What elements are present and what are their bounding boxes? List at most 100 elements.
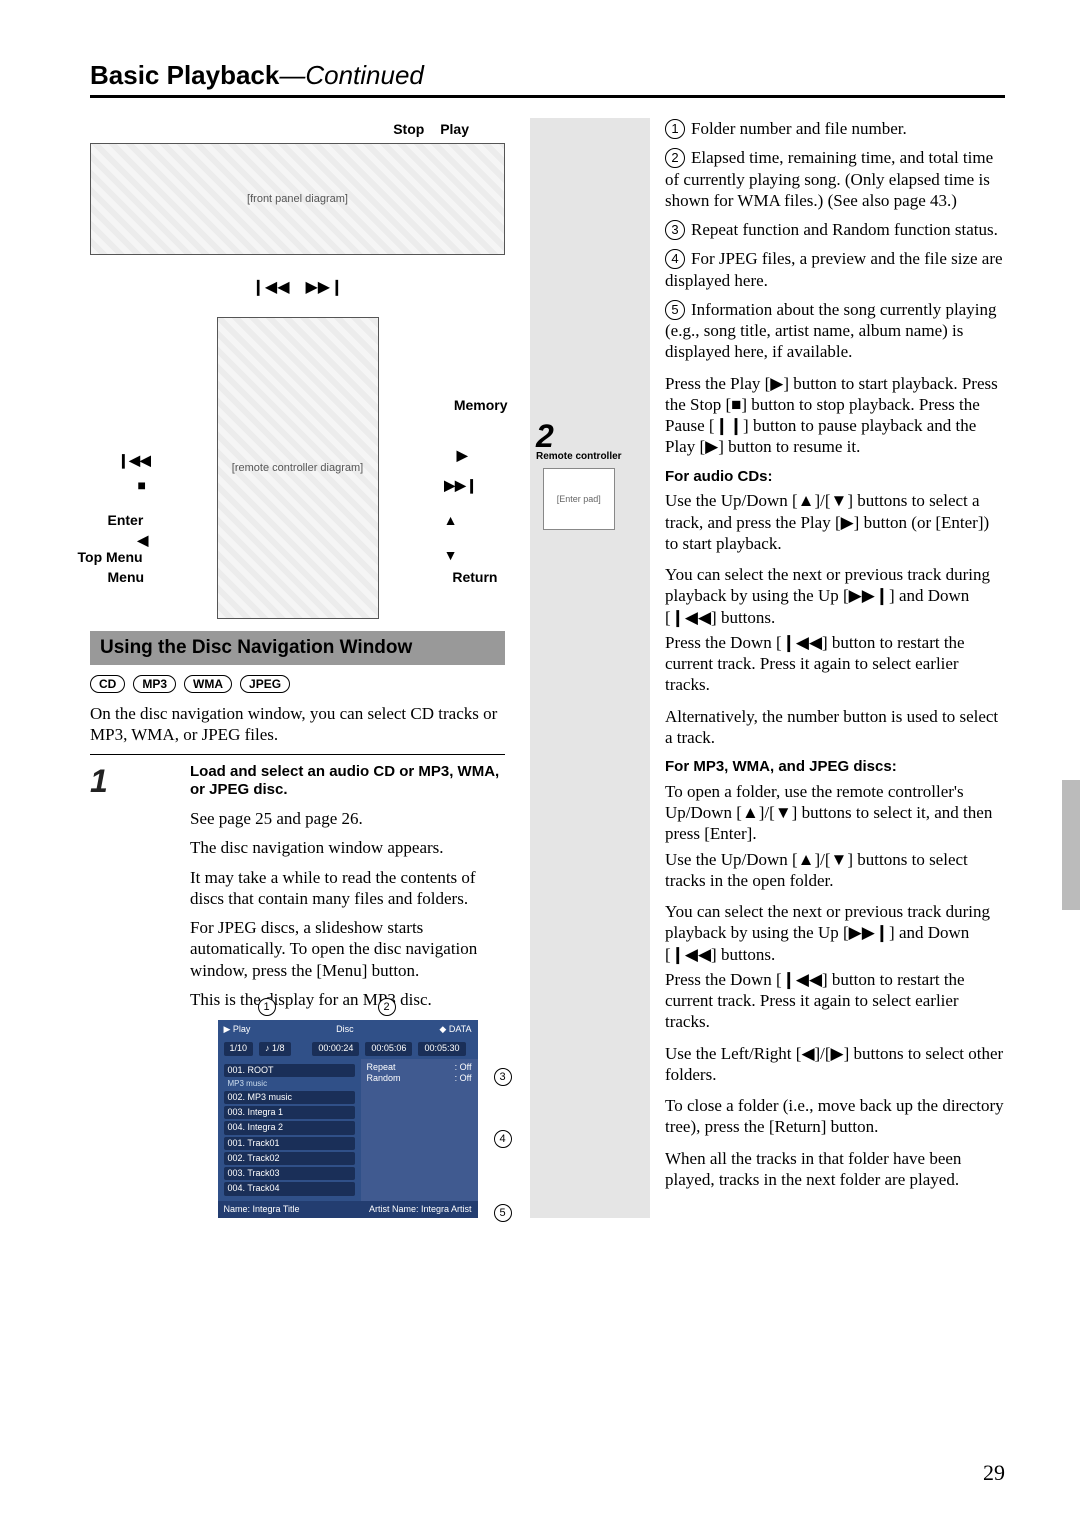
next-track-icon: ▶▶❙	[306, 279, 344, 296]
step-1-p4: For JPEG discs, a slideshow starts autom…	[190, 917, 505, 981]
ns-folder-label: MP3 music	[228, 1079, 355, 1089]
step-gutter: 2 Remote controller [Enter pad]	[530, 118, 650, 1218]
mp3-p7: When all the tracks in that folder have …	[665, 1148, 1005, 1191]
page-title: Basic Playback—Continued	[90, 60, 1005, 98]
left-column: Stop Play [front panel diagram] ❙◀◀ ▶▶❙ …	[90, 118, 530, 1218]
audio-p3: Press the Down [❙◀◀] button to restart t…	[665, 632, 1005, 696]
step-1-number-col: 1	[90, 763, 190, 1218]
ns-item-4: 002. Track02	[224, 1152, 355, 1165]
mp3-p1: To open a folder, use the remote control…	[665, 781, 1005, 845]
page-number: 29	[983, 1460, 1005, 1486]
audio-p4: Alternatively, the number button is used…	[665, 706, 1005, 749]
manual-page: Basic Playback—Continued Stop Play [fron…	[0, 0, 1080, 1526]
badge-wma: WMA	[184, 675, 232, 693]
ns-repeat-v: : Off	[455, 1062, 472, 1073]
num-5: 5	[665, 300, 685, 320]
up-icon: ▲	[444, 512, 458, 528]
ns-time1: 00:00:24	[312, 1042, 359, 1055]
next-icon: ▶▶❙	[444, 477, 477, 494]
ns-item-6: 004. Track04	[224, 1182, 355, 1195]
callout-marker-2: 2	[378, 998, 396, 1016]
content-columns: Stop Play [front panel diagram] ❙◀◀ ▶▶❙ …	[90, 118, 1005, 1218]
ns-time2: 00:05:06	[365, 1042, 412, 1055]
step-1-body: Load and select an audio CD or MP3, WMA,…	[190, 763, 505, 1218]
ns-disc: Disc	[336, 1024, 354, 1035]
play-label: Play	[440, 121, 469, 137]
side-tab	[1062, 780, 1080, 910]
ns-item-0: 002. MP3 music	[224, 1091, 355, 1104]
mp3-p3: You can select the next or previous trac…	[665, 901, 1005, 965]
stop-play-labels: Stop Play	[387, 121, 475, 137]
callout-marker-1: 1	[258, 998, 276, 1016]
step-1-p1: See page 25 and page 26.	[190, 808, 505, 829]
ns-random-l: Random	[367, 1073, 401, 1084]
ns-item-1: 003. Integra 1	[224, 1106, 355, 1119]
callout-marker-5: 5	[494, 1204, 512, 1222]
ns-item-5: 003. Track03	[224, 1167, 355, 1180]
step-1-number: 1	[90, 763, 108, 799]
callout-list: 1 Folder number and file number. 2Elapsed…	[665, 118, 1005, 363]
ns-time3: 00:05:30	[418, 1042, 465, 1055]
remote-diagram: [remote controller diagram]	[217, 317, 379, 619]
callout-1: Folder number and file number.	[691, 119, 907, 138]
stop-label: Stop	[393, 121, 424, 137]
skip-icons-row: ❙◀◀ ▶▶❙	[90, 277, 505, 297]
format-badges: CD MP3 WMA JPEG	[90, 675, 505, 693]
right-text-column: 1 Folder number and file number. 2Elapsed…	[665, 118, 1005, 1218]
intro-text: On the disc navigation window, you can s…	[90, 703, 505, 746]
remote-controller-caption: Remote controller	[536, 451, 622, 462]
step-1-head: Load and select an audio CD or MP3, WMA,…	[190, 763, 505, 801]
gutter-step-2: 2 Remote controller [Enter pad]	[536, 418, 622, 530]
enter-pad-image: [Enter pad]	[543, 468, 615, 530]
ns-bottom-artist: Artist Name: Integra Artist	[369, 1204, 472, 1215]
prev-track-icon: ❙◀◀	[251, 279, 289, 296]
mp3-p4: Press the Down [❙◀◀] button to restart t…	[665, 969, 1005, 1033]
enter-label: Enter	[108, 512, 144, 528]
num-3: 3	[665, 220, 685, 240]
badge-mp3: MP3	[133, 675, 176, 693]
play-icon: ▶	[457, 447, 468, 464]
menu-label: Menu	[108, 569, 145, 585]
memory-label: Memory	[454, 397, 508, 413]
ns-repeat-l: Repeat	[367, 1062, 396, 1073]
step-1-p2: The disc navigation window appears.	[190, 837, 505, 858]
ns-root: 001. ROOT	[224, 1064, 355, 1077]
mp3-p2: Use the Up/Down [▲]/[▼] buttons to selec…	[665, 849, 1005, 892]
audio-cd-heading: For audio CDs:	[665, 468, 1005, 487]
stop-icon: ■	[138, 477, 146, 493]
ns-filebox: ♪ 1/8	[259, 1042, 291, 1055]
callout-4: For JPEG files, a preview and the file s…	[665, 249, 1003, 289]
audio-p2: You can select the next or previous trac…	[665, 564, 1005, 628]
return-label: Return	[452, 569, 497, 585]
right-column: 2 Remote controller [Enter pad] 1 Folder …	[530, 118, 1005, 1218]
ns-data: ◆ DATA	[439, 1024, 471, 1035]
top-menu-label: Top Menu	[78, 549, 143, 565]
num-1: 1	[665, 119, 685, 139]
ns-bottom-name: Name: Integra Title	[224, 1204, 300, 1215]
step-1-p3: It may take a while to read the contents…	[190, 867, 505, 910]
mp3-p5: Use the Left/Right [◀]/[▶] buttons to se…	[665, 1043, 1005, 1086]
callout-3: Repeat function and Random function stat…	[691, 220, 998, 239]
mp3-heading: For MP3, WMA, and JPEG discs:	[665, 758, 1005, 777]
ns-random-v: : Off	[455, 1073, 472, 1084]
badge-cd: CD	[90, 675, 125, 693]
step-1: 1 Load and select an audio CD or MP3, WM…	[90, 754, 505, 1218]
title-continued: —Continued	[279, 60, 424, 90]
section-heading: Using the Disc Navigation Window	[90, 631, 505, 665]
down-icon: ▼	[444, 547, 458, 563]
front-panel-diagram: [front panel diagram]	[90, 143, 505, 255]
ns-play: ▶ Play	[224, 1024, 251, 1035]
ns-item-2: 004. Integra 2	[224, 1121, 355, 1134]
callout-5: Information about the song currently pla…	[665, 300, 996, 362]
badge-jpeg: JPEG	[240, 675, 290, 693]
callout-2: Elapsed time, remaining time, and total …	[665, 148, 993, 210]
prev-icon: ❙◀◀	[118, 452, 151, 469]
callout-marker-4: 4	[494, 1130, 512, 1148]
disc-nav-screenshot: 1 2 ▶ Play Disc ◆ DATA 1/10 ♪ 1/8 00:00:…	[218, 1020, 478, 1218]
step-2-p1: Press the Play [▶] button to start playb…	[665, 373, 1005, 458]
title-main: Basic Playback	[90, 60, 279, 90]
step-2-number: 2	[536, 418, 554, 454]
num-2: 2	[665, 148, 685, 168]
left-icon: ◀	[138, 532, 149, 549]
num-4: 4	[665, 249, 685, 269]
